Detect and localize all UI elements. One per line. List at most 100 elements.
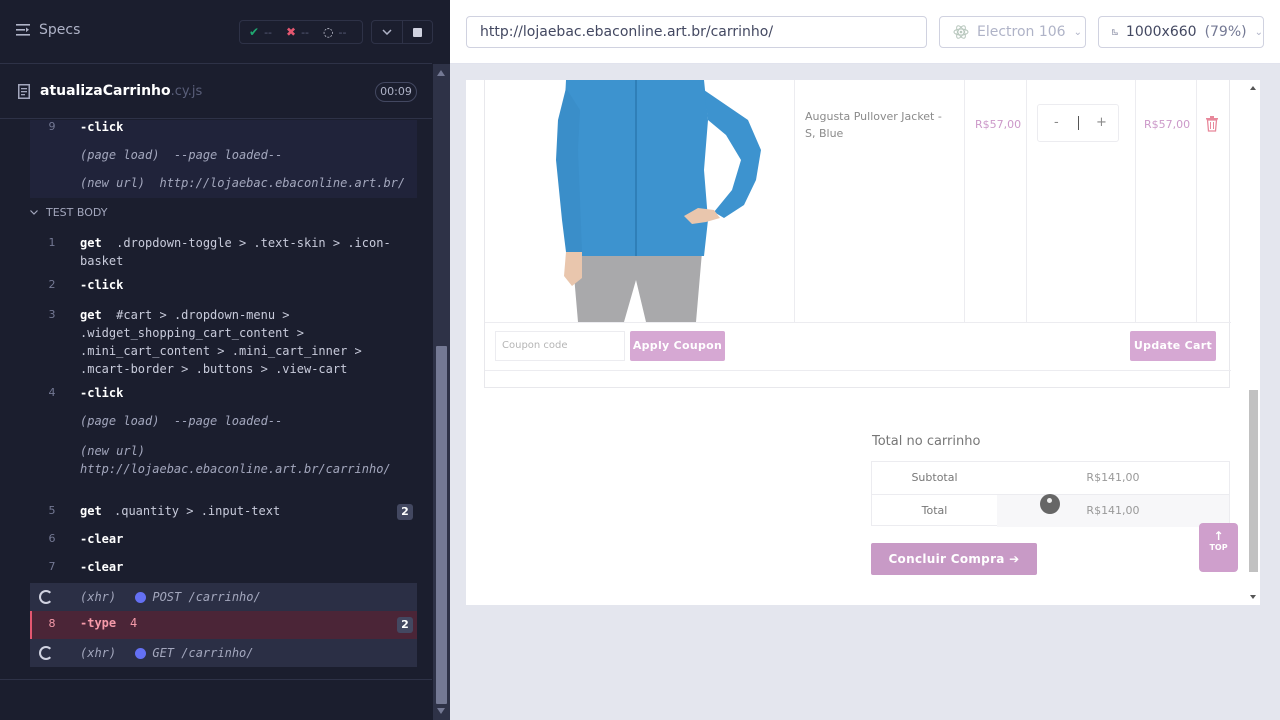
xhr-row[interactable]: (xhr) GET /carrinho/ — [30, 639, 417, 667]
command-row[interactable]: 1 get .dropdown-toggle > .text-skin > .i… — [30, 234, 417, 270]
reporter-scrollbar[interactable] — [433, 64, 450, 720]
quantity-minus-button[interactable]: - — [1054, 115, 1059, 130]
command-name: -clear — [80, 560, 124, 574]
failed-stat: ✖ -- — [277, 25, 314, 39]
document-icon — [18, 84, 30, 99]
event-label: (page load) — [80, 148, 160, 162]
product-image[interactable] — [486, 80, 794, 322]
command-row[interactable]: (page load) --page loaded-- — [30, 148, 417, 164]
xhr-message: POST /carrinho/ — [152, 590, 261, 604]
command-log: 9 -click (page load) --page loaded-- (ne… — [0, 120, 432, 680]
chevron-down-icon — [30, 210, 38, 215]
command-row[interactable]: 6 -clear — [30, 532, 417, 548]
command-row[interactable]: (page load) --page loaded-- — [30, 414, 417, 430]
command-message: .dropdown-toggle > .text-skin > .icon-ba… — [80, 236, 391, 268]
command-row[interactable]: 4 -click — [30, 386, 417, 402]
trash-icon[interactable] — [1205, 116, 1219, 132]
scroll-thumb[interactable] — [436, 346, 447, 704]
cypress-runner: Specs ✔ -- ✖ -- ◌ -- atualizaCarrinho.cy.js… — [0, 0, 1280, 720]
spec-file-name: atualizaCarrinho.cy.js — [40, 83, 202, 99]
event-message: http://lojaebac.ebaconline.art.br/carrin… — [80, 462, 391, 476]
coupon-input[interactable]: Coupon code — [495, 331, 625, 361]
command-event: (page load) --page loaded-- — [80, 148, 282, 162]
command-row[interactable]: (new url) http://lojaebac.ebaconline.art… — [30, 442, 417, 496]
apply-coupon-button[interactable]: Apply Coupon — [630, 331, 725, 361]
scroll-down-icon[interactable] — [437, 708, 445, 714]
spec-file-row: atualizaCarrinho.cy.js 00:09 — [0, 65, 432, 119]
browser-selector[interactable]: Electron 106 ⌄ — [939, 16, 1086, 48]
event-message: --page loaded-- — [173, 414, 283, 428]
checkout-button[interactable]: Concluir Compra ➔ — [871, 543, 1037, 575]
cart-table: Augusta Pullover Jacket - S, Blue R$57,0… — [484, 80, 1231, 388]
browser-label: Electron 106 — [977, 24, 1066, 40]
command-name: -type — [80, 616, 117, 630]
scroll-thumb[interactable] — [1249, 390, 1258, 572]
url-bar[interactable]: http://lojaebac.ebaconline.art.br/carrin… — [466, 16, 927, 48]
scroll-top-button[interactable]: ↑ TOP — [1199, 523, 1238, 572]
specs-label: Specs — [39, 22, 81, 38]
product-name[interactable]: Augusta Pullover Jacket - S, Blue — [805, 108, 955, 142]
xhr-row[interactable]: (xhr) POST /carrinho/ — [30, 583, 417, 611]
aut-scrollbar[interactable] — [1247, 80, 1260, 605]
command-number: 2 — [48, 278, 56, 291]
quantity-plus-button[interactable]: + — [1096, 115, 1107, 130]
passed-stat: ✔ -- — [240, 25, 277, 39]
pending-count: -- — [338, 25, 347, 39]
chevron-down-icon — [382, 29, 392, 35]
command-row[interactable]: 2 -click — [30, 278, 417, 294]
run-controls — [371, 20, 433, 44]
command-number: 1 — [48, 236, 56, 249]
cell-divider — [964, 80, 965, 322]
command-number: 9 — [48, 120, 56, 133]
command-row[interactable]: 7 -clear — [30, 560, 417, 576]
spec-ext: .cy.js — [170, 84, 203, 99]
command-text: (new url) http://lojaebac.ebaconline.art… — [80, 442, 409, 478]
spinner-icon — [39, 646, 53, 660]
spec-name: atualizaCarrinho — [40, 83, 171, 99]
command-message: #cart > .dropdown-menu > .widget_shoppin… — [80, 308, 362, 376]
collapse-button[interactable] — [372, 21, 402, 43]
command-row[interactable]: 9 -click — [30, 120, 417, 136]
menu-icon — [16, 24, 30, 36]
scroll-down-icon[interactable] — [1250, 595, 1256, 599]
passed-count: -- — [264, 25, 273, 39]
reporter-panel: Specs ✔ -- ✖ -- ◌ -- atualizaCarrinho.cy.js… — [0, 0, 450, 720]
mouse-cursor — [1040, 494, 1060, 514]
command-row-failed[interactable]: 8 -type 4 2 — [30, 611, 417, 639]
xhr-message: GET /carrinho/ — [152, 646, 254, 660]
command-name: -clear — [80, 532, 124, 546]
stop-button[interactable] — [401, 21, 432, 43]
circle-notch-icon: ◌ — [323, 25, 334, 39]
command-row[interactable]: 5 get .quantity > .input-text 2 — [30, 504, 417, 522]
command-number: 5 — [48, 504, 56, 517]
xhr-status-dot — [135, 647, 147, 659]
total-label: Total — [921, 504, 948, 517]
row-divider — [485, 370, 1231, 371]
command-row[interactable]: 3 get #cart > .dropdown-menu > .widget_s… — [30, 306, 417, 378]
failed-count: -- — [301, 25, 310, 39]
total-value: R$141,00 — [997, 495, 1229, 527]
event-label: (page load) — [80, 414, 160, 428]
chevron-down-icon: ⌄ — [1073, 26, 1082, 38]
specs-button[interactable]: Specs — [16, 22, 80, 38]
command-name: get — [80, 308, 102, 322]
section-title: TEST BODY — [46, 206, 108, 219]
product-price: R$57,00 — [975, 118, 1022, 131]
viewport-info[interactable]: 1000x660 (79%) ⌄ — [1098, 16, 1264, 48]
command-name: -click — [80, 120, 124, 134]
quantity-input[interactable] — [1078, 116, 1079, 130]
command-message: 4 — [130, 616, 138, 630]
aut-header: http://lojaebac.ebaconline.art.br/carrin… — [450, 0, 1280, 64]
ruler-icon — [1112, 29, 1118, 35]
scroll-up-icon[interactable] — [437, 70, 445, 76]
test-body-toggle[interactable]: TEST BODY — [30, 206, 107, 219]
divider — [0, 679, 432, 680]
command-text: get .dropdown-toggle > .text-skin > .ico… — [80, 234, 409, 270]
xhr-text: (xhr) GET /carrinho/ — [80, 646, 254, 660]
update-cart-button[interactable]: Update Cart — [1130, 331, 1216, 361]
subtotal-value: R$141,00 — [1086, 471, 1140, 484]
command-message: .quantity > .input-text — [114, 504, 281, 518]
command-name: -click — [80, 386, 124, 400]
command-row[interactable]: (new url) http://lojaebac.ebaconline.art… — [30, 176, 417, 192]
scroll-up-icon[interactable] — [1250, 86, 1256, 90]
